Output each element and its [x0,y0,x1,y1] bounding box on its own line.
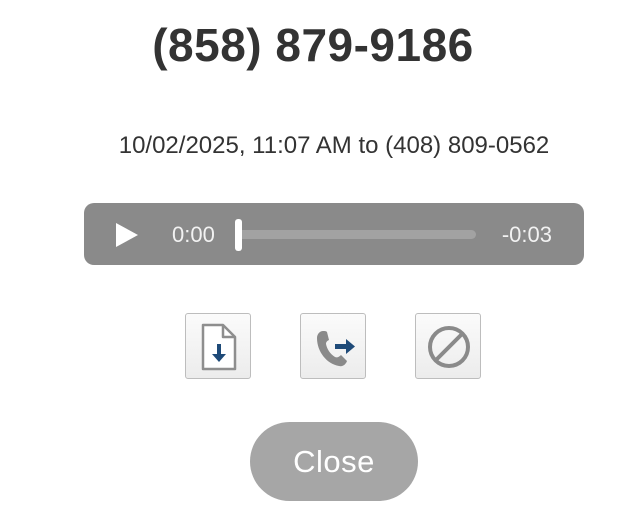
close-button[interactable]: Close [250,422,418,501]
current-time: 0:00 [172,222,215,247]
caller-number: (858) 879-9186 [152,19,474,71]
play-button[interactable] [112,221,142,249]
voicemail-dialog: (858) 879-9186 10/02/2025, 11:07 AM to (… [0,0,626,530]
file-download-icon [201,323,237,371]
remaining-time: -0:03 [501,222,552,247]
block-number-button[interactable] [415,313,481,379]
phone-forward-icon [317,331,355,367]
block-icon [428,326,470,368]
download-button[interactable] [185,313,251,379]
audio-player: 0:00 -0:03 [84,203,584,265]
call-details: 10/02/2025, 11:07 AM to (408) 809-0562 [118,132,550,159]
play-icon [116,223,138,247]
forward-call-button[interactable] [300,313,366,379]
seek-thumb[interactable] [235,219,242,251]
seek-bar[interactable] [235,219,476,251]
